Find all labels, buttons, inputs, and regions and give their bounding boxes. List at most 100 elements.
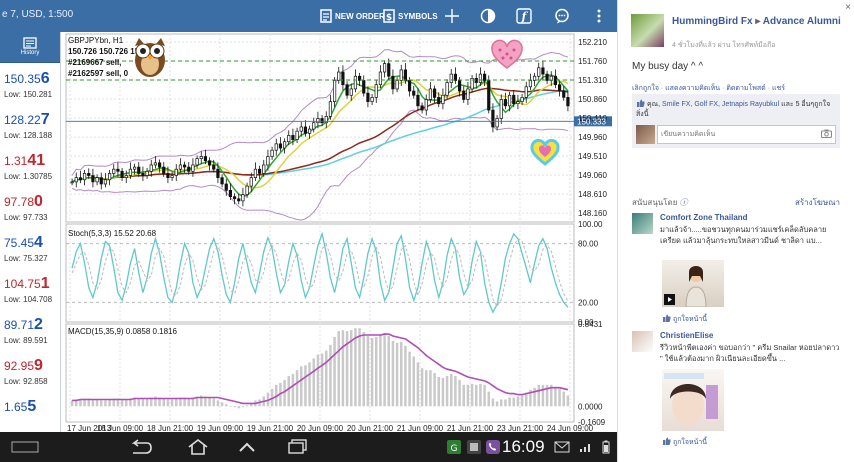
candle-body (207, 160, 212, 166)
indicators-button[interactable] (480, 0, 496, 32)
recent-apps-button[interactable] (278, 432, 318, 462)
ad-comfort-zone[interactable]: Comfort Zone Thailand มาแล้วจ้า.....ขอชว… (632, 213, 840, 343)
macd-histogram-bar (245, 405, 249, 407)
macd-histogram-bar (283, 379, 286, 407)
macd-histogram-bar (320, 353, 324, 407)
script-icon: f (516, 8, 532, 24)
price-tick-label: 151.310 (578, 76, 607, 85)
status-notification[interactable] (464, 432, 484, 462)
candle-body (382, 63, 387, 73)
quote-row[interactable]: 75.454 Low: 75.327 (0, 228, 60, 268)
quote-low: Low: 75.327 (4, 254, 48, 263)
order-label: #2169667 sell, (68, 58, 121, 67)
symbols-button[interactable]: $ SYMBOLS (383, 0, 438, 32)
candle-body (457, 80, 462, 92)
like-page-link[interactable]: ถูกใจหน้านี้ (662, 437, 707, 448)
candle-body (424, 99, 428, 111)
comment-input[interactable]: เขียนความคิดเห็น (657, 125, 836, 144)
group-link[interactable]: Advance Alumni (763, 16, 841, 27)
app-notification[interactable]: G (444, 432, 464, 462)
unlike-link[interactable]: เลิกถูกใจ (632, 85, 659, 92)
quote-row[interactable]: 97.780 Low: 97.733 (0, 187, 60, 227)
menu-icon (597, 9, 601, 23)
candle-body (112, 168, 116, 174)
candle-body (99, 177, 103, 185)
sponsored-info-icon[interactable]: ⓘ (680, 198, 688, 207)
share-link[interactable]: แชร์ (772, 85, 785, 92)
ad-video-thumbnail[interactable] (662, 260, 724, 308)
scripts-button[interactable]: f (516, 0, 532, 32)
macd-histogram-bar (450, 374, 453, 407)
new-order-button[interactable]: NEW ORDER (320, 0, 385, 32)
crosshair-icon (445, 9, 459, 23)
candle-body (462, 90, 466, 100)
comment-link[interactable]: แสดงความคิดเห็น (665, 85, 720, 92)
price-tick-label: 151.760 (578, 57, 607, 66)
up-button[interactable] (232, 432, 262, 462)
candle-body (216, 168, 220, 178)
likes-box: คุณ, Smile FX, Golf FX, Jetnapis Rayubku… (632, 94, 840, 148)
macd-histogram-bar (337, 331, 340, 407)
page-avatar[interactable] (631, 14, 664, 47)
candle-body (174, 168, 178, 176)
candle-body (416, 94, 420, 107)
price-tick-label: 149.060 (578, 171, 607, 180)
quote-row[interactable]: 150.356 Low: 150.281 (0, 64, 60, 104)
macd-histogram-bar (237, 406, 240, 409)
likers-link[interactable]: Smile FX, Golf FX, Jetnapis Rayubkul (662, 101, 779, 108)
viber-notification[interactable] (483, 432, 503, 462)
macd-histogram-bar (316, 354, 320, 407)
time-tick-label: 23 Jun 21:00 (497, 424, 544, 432)
market-watch-panel: History 150.356 Low: 150.281 128.227 Low: 1… (0, 32, 61, 432)
time-tick-label: 20 Jun 09:00 (297, 424, 344, 432)
ad-thumbnail[interactable] (632, 213, 653, 234)
back-icon (131, 439, 152, 454)
back-button[interactable] (120, 432, 160, 462)
close-icon[interactable]: × (845, 2, 851, 13)
ad-christien-elise[interactable]: ChristienElise รีวิวหน้าพีตเองค่า ขอบอกว… (632, 331, 840, 456)
macd-histogram-bar (479, 383, 482, 407)
camera-icon[interactable] (821, 129, 832, 138)
macd-histogram-bar (404, 345, 407, 407)
quote-row[interactable]: 1.655 (0, 392, 60, 432)
history-button[interactable]: History (0, 32, 60, 63)
home-button[interactable] (178, 432, 218, 462)
macd-histogram-bar (329, 344, 332, 407)
create-ad-link[interactable]: สร้างโฆษณา (795, 196, 840, 209)
mail-notification[interactable] (552, 432, 572, 462)
quote-price: 97.780 (4, 193, 43, 210)
candle-body (128, 168, 133, 176)
candle-body (378, 71, 383, 86)
price-chart[interactable]: 17 Jun 2013 18 Jun 09:00 18 Jun 21:00 19 Ju… (60, 32, 617, 432)
macd-histogram-bar (425, 370, 428, 407)
crosshair-button[interactable] (445, 0, 459, 32)
quote-row[interactable]: 89.712 Low: 89.591 (0, 310, 60, 350)
macd-histogram-bar (120, 399, 124, 407)
macd-histogram-bar (400, 341, 403, 407)
page-name-link[interactable]: HummingBird Fx (672, 16, 753, 27)
ad-image[interactable] (662, 369, 724, 431)
quote-row[interactable]: 128.227 Low: 128.188 (0, 105, 60, 145)
symbols-icon: $ (383, 9, 395, 23)
like-page-link[interactable]: ถูกใจหน้านี้ (662, 314, 707, 325)
follow-post-link[interactable]: ติดตามโพสต์ (726, 85, 765, 92)
ad-thumbnail[interactable] (632, 331, 653, 352)
chat-button[interactable] (554, 0, 570, 32)
quote-row[interactable]: 1.3141 Low: 1.30785 (0, 146, 60, 186)
macd-histogram-bar (300, 366, 303, 407)
svg-text:G: G (451, 444, 458, 454)
candle-body (220, 177, 224, 185)
overflow-menu-button[interactable] (596, 0, 602, 32)
candle-body (524, 86, 528, 98)
candle-body (482, 73, 487, 81)
clock: 16:09 (502, 437, 545, 456)
screenshot-button[interactable] (0, 432, 50, 462)
macd-histogram-bar (525, 392, 528, 407)
time-tick-label: 21 Jun 09:00 (397, 424, 444, 432)
post-actions: เลิกถูกใจ · แสดงความคิดเห็น · ติดตามโพสต… (632, 85, 785, 92)
quote-row[interactable]: 92.959 Low: 92.858 (0, 351, 60, 391)
macd-histogram-bar (108, 399, 111, 407)
price-tick-label: 150.860 (578, 95, 607, 104)
quote-row[interactable]: 104.751 Low: 104.708 (0, 269, 60, 309)
candle-body (312, 122, 316, 130)
